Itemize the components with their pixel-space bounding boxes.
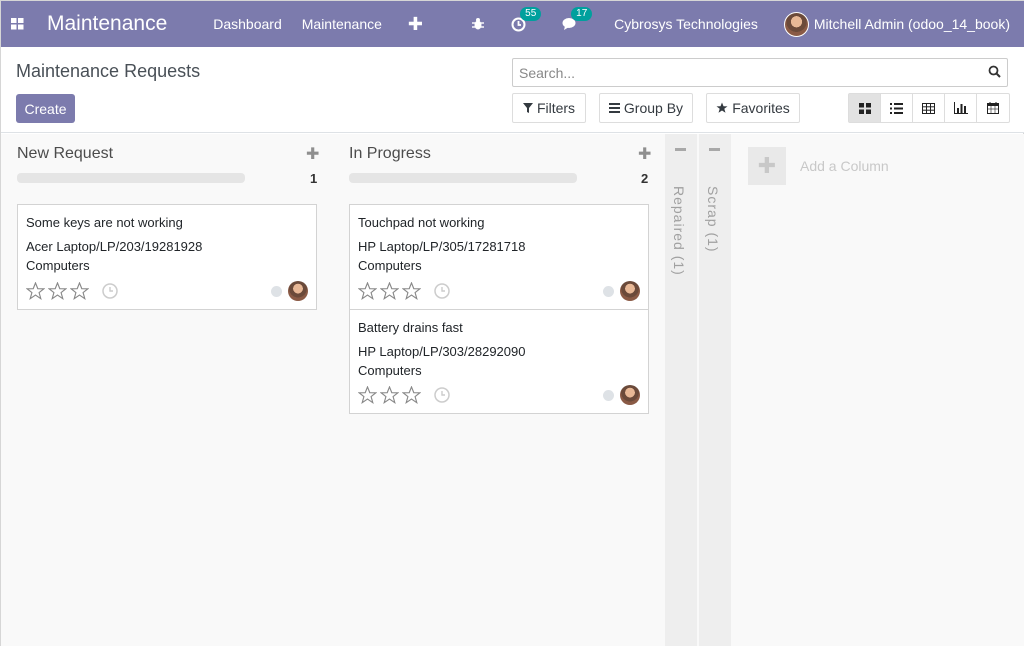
kanban-column-new-request: New Request ✚ 1 Some keys are not workin… — [1, 134, 331, 646]
favorites-label: Favorites — [732, 100, 790, 116]
filter-icon — [522, 103, 533, 113]
card-category: Computers — [358, 363, 422, 378]
technician-avatar — [288, 281, 308, 301]
kanban-state-dot[interactable] — [271, 286, 282, 297]
star-empty-icon[interactable] — [402, 282, 421, 300]
card-title: Some keys are not working — [26, 215, 183, 230]
kanban-card[interactable]: Some keys are not working Acer Laptop/LP… — [17, 204, 317, 310]
star-empty-icon[interactable] — [26, 282, 45, 300]
priority-stars[interactable] — [26, 282, 118, 300]
debug-icon[interactable] — [471, 17, 485, 31]
menu-maintenance[interactable]: Maintenance — [302, 16, 382, 32]
view-switcher — [848, 93, 1010, 123]
technician-avatar — [620, 281, 640, 301]
user-avatar[interactable] — [783, 11, 809, 37]
star-icon — [716, 102, 728, 113]
add-column[interactable]: ✚ Add a Column — [748, 147, 889, 185]
star-empty-icon[interactable] — [358, 386, 377, 404]
apps-menu-icon[interactable] — [1, 1, 33, 47]
systray: 55 17 Cybrosys Technologies Mitchell Adm… — [471, 1, 1024, 47]
folded-column-repaired[interactable]: Repaired (1) — [665, 134, 697, 646]
kanban-board: New Request ✚ 1 Some keys are not workin… — [1, 134, 1024, 646]
add-menu-icon[interactable]: ✚ — [408, 14, 423, 35]
groupby-label: Group By — [623, 100, 684, 116]
card-category: Computers — [26, 258, 90, 273]
card-title: Battery drains fast — [358, 320, 463, 335]
technician-avatar — [620, 385, 640, 405]
favorites-button[interactable]: Favorites — [706, 93, 800, 123]
card-title: Touchpad not working — [358, 215, 485, 230]
card-category: Computers — [358, 258, 422, 273]
activity-clock-icon[interactable] — [102, 283, 118, 299]
search-input[interactable]: Search... — [512, 58, 1008, 87]
star-empty-icon[interactable] — [380, 282, 399, 300]
search-placeholder: Search... — [519, 64, 576, 81]
user-menu[interactable]: Mitchell Admin (odoo_14_book) — [814, 16, 1010, 32]
filters-button[interactable]: Filters — [512, 93, 586, 123]
column-progressbar[interactable] — [17, 173, 245, 183]
control-panel: Maintenance Requests Create Search... Fi… — [1, 47, 1024, 133]
column-title: New Request — [17, 145, 114, 162]
app-brand[interactable]: Maintenance — [47, 12, 167, 36]
star-empty-icon[interactable] — [402, 386, 421, 404]
top-navbar: Maintenance Dashboard Maintenance ✚ 55 1… — [1, 1, 1024, 47]
messages-badge: 17 — [571, 7, 593, 21]
column-title: In Progress — [349, 145, 431, 162]
list-view-icon[interactable] — [881, 94, 913, 122]
priority-stars[interactable] — [358, 282, 450, 300]
kanban-state-dot[interactable] — [603, 390, 614, 401]
groupby-button[interactable]: Group By — [599, 93, 693, 123]
priority-stars[interactable] — [358, 386, 450, 404]
kanban-card[interactable]: Battery drains fast HP Laptop/LP/303/282… — [349, 309, 649, 414]
pivot-view-icon[interactable] — [913, 94, 945, 122]
graph-view-icon[interactable] — [945, 94, 977, 122]
star-empty-icon[interactable] — [48, 282, 67, 300]
star-empty-icon[interactable] — [70, 282, 89, 300]
card-equipment: Acer Laptop/LP/203/19281928 — [26, 239, 203, 254]
company-switcher[interactable]: Cybrosys Technologies — [614, 16, 758, 32]
activity-clock-icon[interactable] — [434, 283, 450, 299]
activity-badge: 55 — [520, 6, 542, 21]
create-button[interactable]: Create — [16, 94, 75, 123]
kanban-view-icon[interactable] — [849, 94, 881, 122]
menu-dashboard[interactable]: Dashboard — [213, 16, 282, 32]
card-equipment: HP Laptop/LP/305/17281718 — [358, 239, 526, 254]
search-icon[interactable] — [988, 65, 1001, 81]
calendar-view-icon[interactable] — [977, 94, 1009, 122]
unfold-icon[interactable] — [675, 148, 686, 151]
star-empty-icon[interactable] — [380, 386, 399, 404]
column-count: 2 — [641, 171, 649, 186]
messages-icon[interactable]: 17 — [562, 7, 593, 31]
folded-column-scrap[interactable]: Scrap (1) — [699, 134, 731, 646]
page-title: Maintenance Requests — [16, 61, 201, 81]
column-count: 1 — [310, 171, 318, 186]
kanban-column-in-progress: In Progress ✚ 2 Touchpad not working HP … — [333, 134, 663, 646]
folded-column-label: Repaired (1) — [671, 186, 687, 276]
add-column-label: Add a Column — [800, 158, 889, 174]
activity-clock-icon[interactable] — [434, 387, 450, 403]
kanban-card[interactable]: Touchpad not working HP Laptop/LP/305/17… — [349, 204, 649, 310]
folded-column-label: Scrap (1) — [705, 186, 721, 253]
star-empty-icon[interactable] — [358, 282, 377, 300]
add-column-plus-icon[interactable]: ✚ — [748, 147, 786, 185]
activity-icon[interactable]: 55 — [511, 6, 542, 32]
unfold-icon[interactable] — [709, 148, 720, 151]
quick-create-icon[interactable]: ✚ — [306, 144, 319, 164]
kanban-state-dot[interactable] — [603, 286, 614, 297]
filters-label: Filters — [536, 100, 576, 116]
bars-icon — [608, 103, 620, 113]
column-progressbar[interactable] — [349, 173, 577, 183]
quick-create-icon[interactable]: ✚ — [638, 144, 651, 164]
card-equipment: HP Laptop/LP/303/28292090 — [358, 344, 526, 359]
